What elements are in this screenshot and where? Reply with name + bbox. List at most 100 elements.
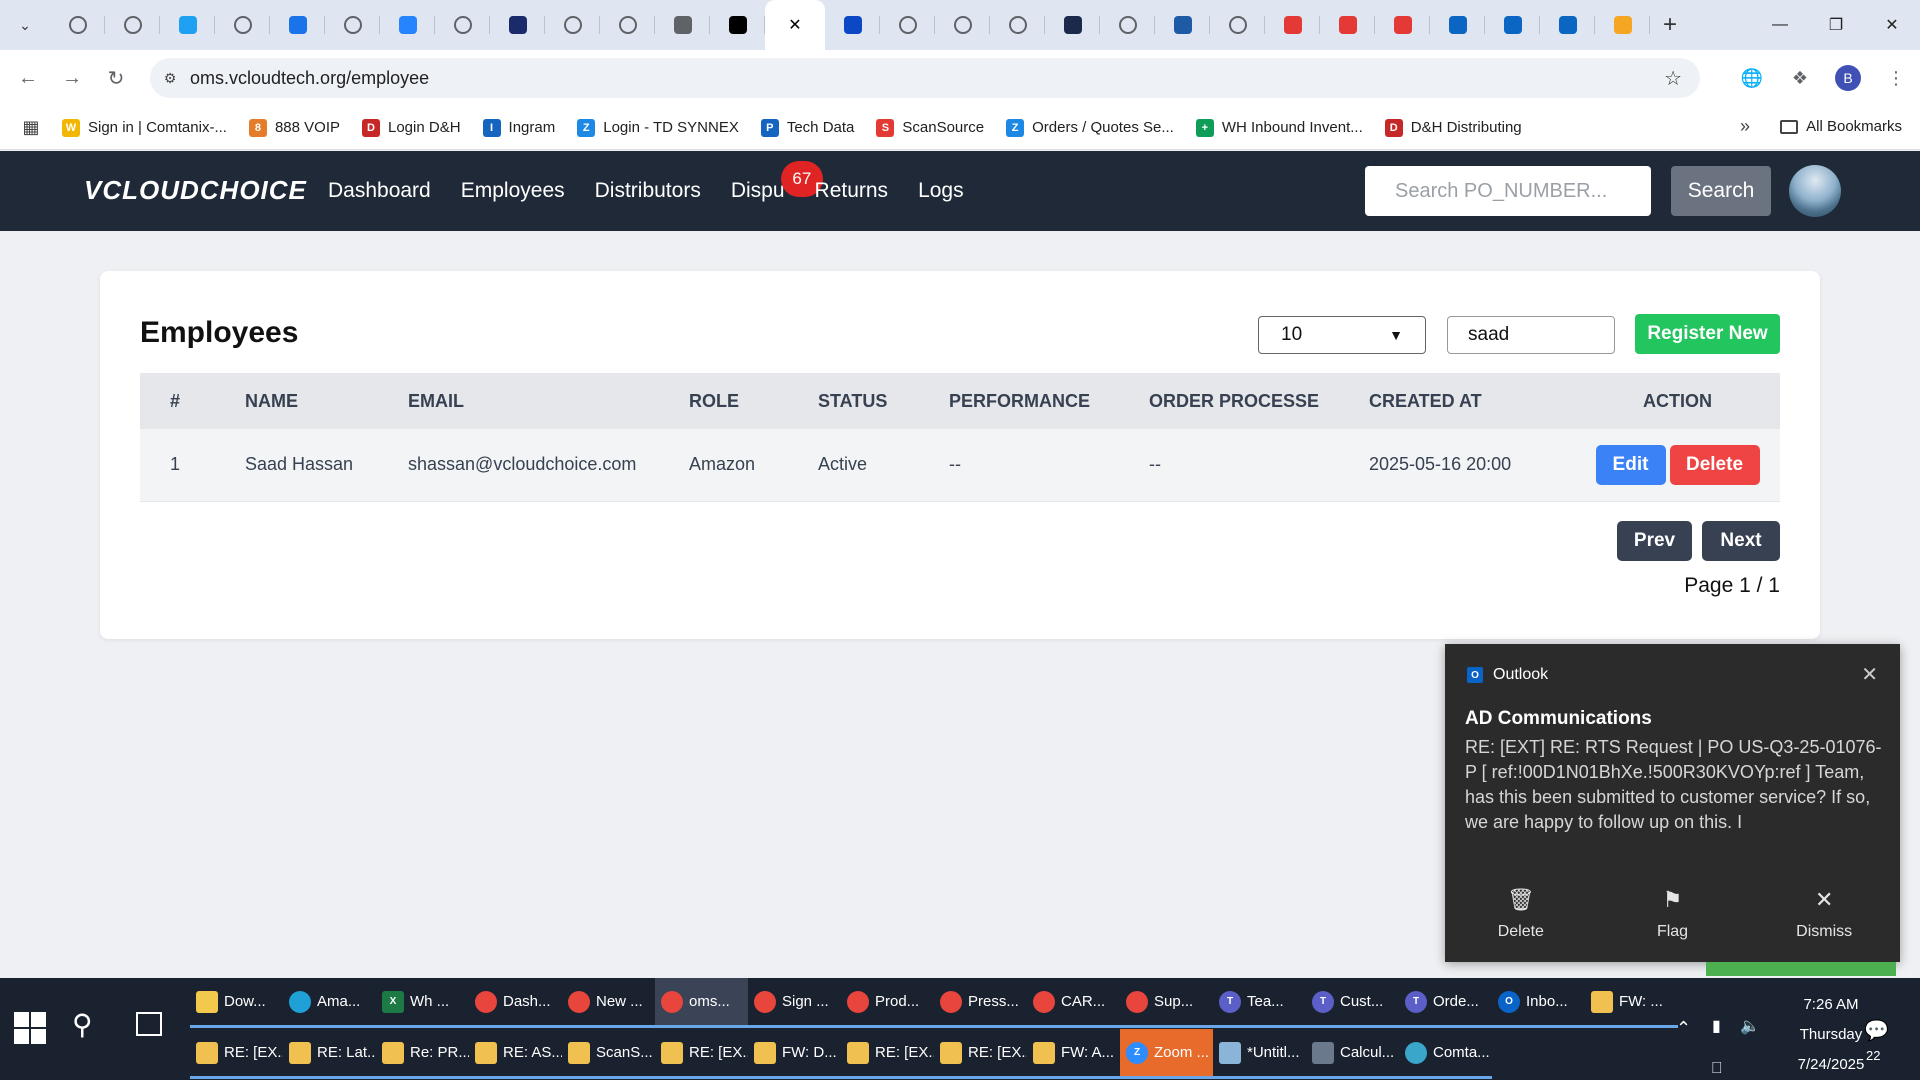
taskbar-item[interactable]: Dash... — [469, 978, 562, 1028]
browser-tab[interactable] — [490, 0, 545, 50]
browser-tab[interactable] — [1595, 0, 1650, 50]
windows-start-icon[interactable] — [14, 1012, 46, 1044]
taskbar-item[interactable]: Re: PR... — [376, 1029, 469, 1079]
taskbar-item[interactable]: Sign ... — [748, 978, 841, 1028]
register-new-button[interactable]: Register New — [1635, 314, 1780, 354]
taskbar-item[interactable]: Sup... — [1120, 978, 1213, 1028]
browser-tab[interactable] — [1210, 0, 1265, 50]
bookmark-item[interactable]: I Ingram — [482, 118, 555, 137]
nav-disputes[interactable]: Dispu 67 — [731, 161, 823, 203]
browser-tab[interactable] — [600, 0, 655, 50]
taskbar-item[interactable]: RE: [EX... — [190, 1029, 283, 1079]
taskbar-item[interactable]: ScanS... — [562, 1029, 655, 1079]
taskbar-item[interactable]: RE: [EX... — [841, 1029, 934, 1079]
browser-tab[interactable] — [1320, 0, 1375, 50]
browser-tab[interactable] — [935, 0, 990, 50]
taskbar-item[interactable]: Press... — [934, 978, 1027, 1028]
user-avatar[interactable] — [1789, 165, 1841, 217]
taskbar-item[interactable]: FW: D... — [748, 1029, 841, 1079]
browser-tab[interactable] — [160, 0, 215, 50]
bookmark-item[interactable]: D Login D&H — [362, 118, 461, 137]
bookmark-item[interactable]: Z Orders / Quotes Se... — [1006, 118, 1174, 137]
minimize-icon[interactable]: — — [1752, 0, 1808, 50]
window-close-icon[interactable]: ✕ — [1864, 0, 1920, 50]
bookmark-item[interactable]: 8 888 VOIP — [248, 118, 340, 137]
browser-tab[interactable] — [1100, 0, 1155, 50]
browser-tab[interactable] — [1155, 0, 1210, 50]
taskbar-item[interactable]: FW: A... — [1027, 1029, 1120, 1079]
menu-kebab-icon[interactable]: ⋮ — [1872, 54, 1920, 102]
taskbar-item[interactable]: Comta... — [1399, 1029, 1492, 1079]
browser-tab[interactable] — [545, 0, 600, 50]
po-search-button[interactable]: Search — [1671, 166, 1771, 216]
close-icon[interactable]: ✕ — [786, 16, 804, 34]
browser-tab[interactable] — [380, 0, 435, 50]
volume-icon[interactable]: 🔈 — [1740, 1016, 1760, 1036]
nav-distributors[interactable]: Distributors — [595, 179, 701, 203]
po-search-input[interactable] — [1365, 166, 1651, 216]
taskbar-item[interactable]: *Untitl... — [1213, 1029, 1306, 1079]
apps-grid-icon[interactable]: ▦ — [0, 117, 62, 138]
prev-page-button[interactable]: Prev — [1617, 521, 1692, 561]
reload-icon[interactable]: ↻ — [94, 56, 138, 100]
restore-icon[interactable]: ❐ — [1808, 0, 1864, 50]
bookmark-item[interactable]: S ScanSource — [876, 118, 984, 137]
taskbar-item[interactable]: RE: AS... — [469, 1029, 562, 1079]
browser-tab[interactable] — [325, 0, 380, 50]
nav-logs[interactable]: Logs — [918, 179, 964, 203]
browser-tab[interactable] — [990, 0, 1045, 50]
browser-tab[interactable]: ✕ — [765, 0, 825, 50]
browser-tab[interactable] — [1540, 0, 1595, 50]
browser-tab[interactable] — [1430, 0, 1485, 50]
taskbar-item[interactable]: CAR... — [1027, 978, 1120, 1028]
browser-tab[interactable] — [1045, 0, 1100, 50]
taskbar-item[interactable]: RE: [EX... — [934, 1029, 1027, 1079]
taskbar-search-icon[interactable]: ⚲ — [72, 1008, 93, 1041]
taskbar-item[interactable]: T Orde... — [1399, 978, 1492, 1028]
browser-tab[interactable] — [880, 0, 935, 50]
taskbar-item[interactable]: RE: Lat... — [283, 1029, 376, 1079]
taskbar-item[interactable]: X Wh ... — [376, 978, 469, 1028]
taskbar-item[interactable]: RE: [EX... — [655, 1029, 748, 1079]
taskbar-item[interactable]: T Tea... — [1213, 978, 1306, 1028]
employee-filter-input[interactable] — [1447, 316, 1615, 354]
profile-button[interactable]: B — [1824, 54, 1872, 102]
taskbar-item[interactable]: FW: ... — [1585, 978, 1678, 1028]
nav-employees[interactable]: Employees — [461, 179, 565, 203]
network-icon[interactable]: ⎕ — [1712, 1060, 1722, 1078]
taskbar-item[interactable]: Ama... — [283, 978, 376, 1028]
browser-tab[interactable] — [1375, 0, 1430, 50]
browser-tab[interactable] — [105, 0, 160, 50]
bookmark-star-icon[interactable]: ☆ — [1664, 66, 1682, 91]
notification-center-icon[interactable]: 💬22 — [1864, 1018, 1889, 1066]
browser-tab[interactable] — [50, 0, 105, 50]
taskbar-item[interactable]: Z Zoom ... — [1120, 1029, 1213, 1079]
browser-tab[interactable] — [270, 0, 325, 50]
more-bookmarks-icon[interactable]: » — [1740, 116, 1750, 137]
battery-icon[interactable]: ▮ — [1712, 1016, 1721, 1036]
bookmark-item[interactable]: W Sign in | Comtanix-... — [62, 118, 227, 137]
task-view-icon[interactable] — [136, 1012, 162, 1036]
browser-tab[interactable] — [1265, 0, 1320, 50]
taskbar-item[interactable]: T Cust... — [1306, 978, 1399, 1028]
tab-search-chevron-icon[interactable]: ⌄ — [0, 0, 50, 50]
notification-delete-button[interactable]: 🗑 Delete — [1445, 866, 1597, 962]
browser-tab[interactable] — [1485, 0, 1540, 50]
bookmark-item[interactable]: P Tech Data — [760, 118, 854, 137]
extensions-icon[interactable]: ❖ — [1776, 54, 1824, 102]
browser-tab[interactable] — [825, 0, 880, 50]
notification-flag-button[interactable]: ⚑ Flag — [1597, 866, 1749, 962]
translate-icon[interactable]: 🌐 — [1728, 54, 1776, 102]
taskbar-item[interactable]: oms... — [655, 978, 748, 1028]
back-icon[interactable]: ← — [6, 56, 50, 100]
taskbar-item[interactable]: Calcul... — [1306, 1029, 1399, 1079]
browser-tab[interactable] — [215, 0, 270, 50]
taskbar-item[interactable]: Prod... — [841, 978, 934, 1028]
browser-tab[interactable] — [435, 0, 490, 50]
notification-dismiss-button[interactable]: ✕ Dismiss — [1748, 866, 1900, 962]
notification-close-icon[interactable]: ✕ — [1861, 662, 1878, 687]
nav-returns[interactable]: Returns — [815, 179, 889, 203]
browser-tab[interactable] — [710, 0, 765, 50]
site-info-icon[interactable]: ⚙ — [150, 70, 190, 87]
app-logo[interactable]: VCLOUDCHOICE — [84, 175, 307, 206]
